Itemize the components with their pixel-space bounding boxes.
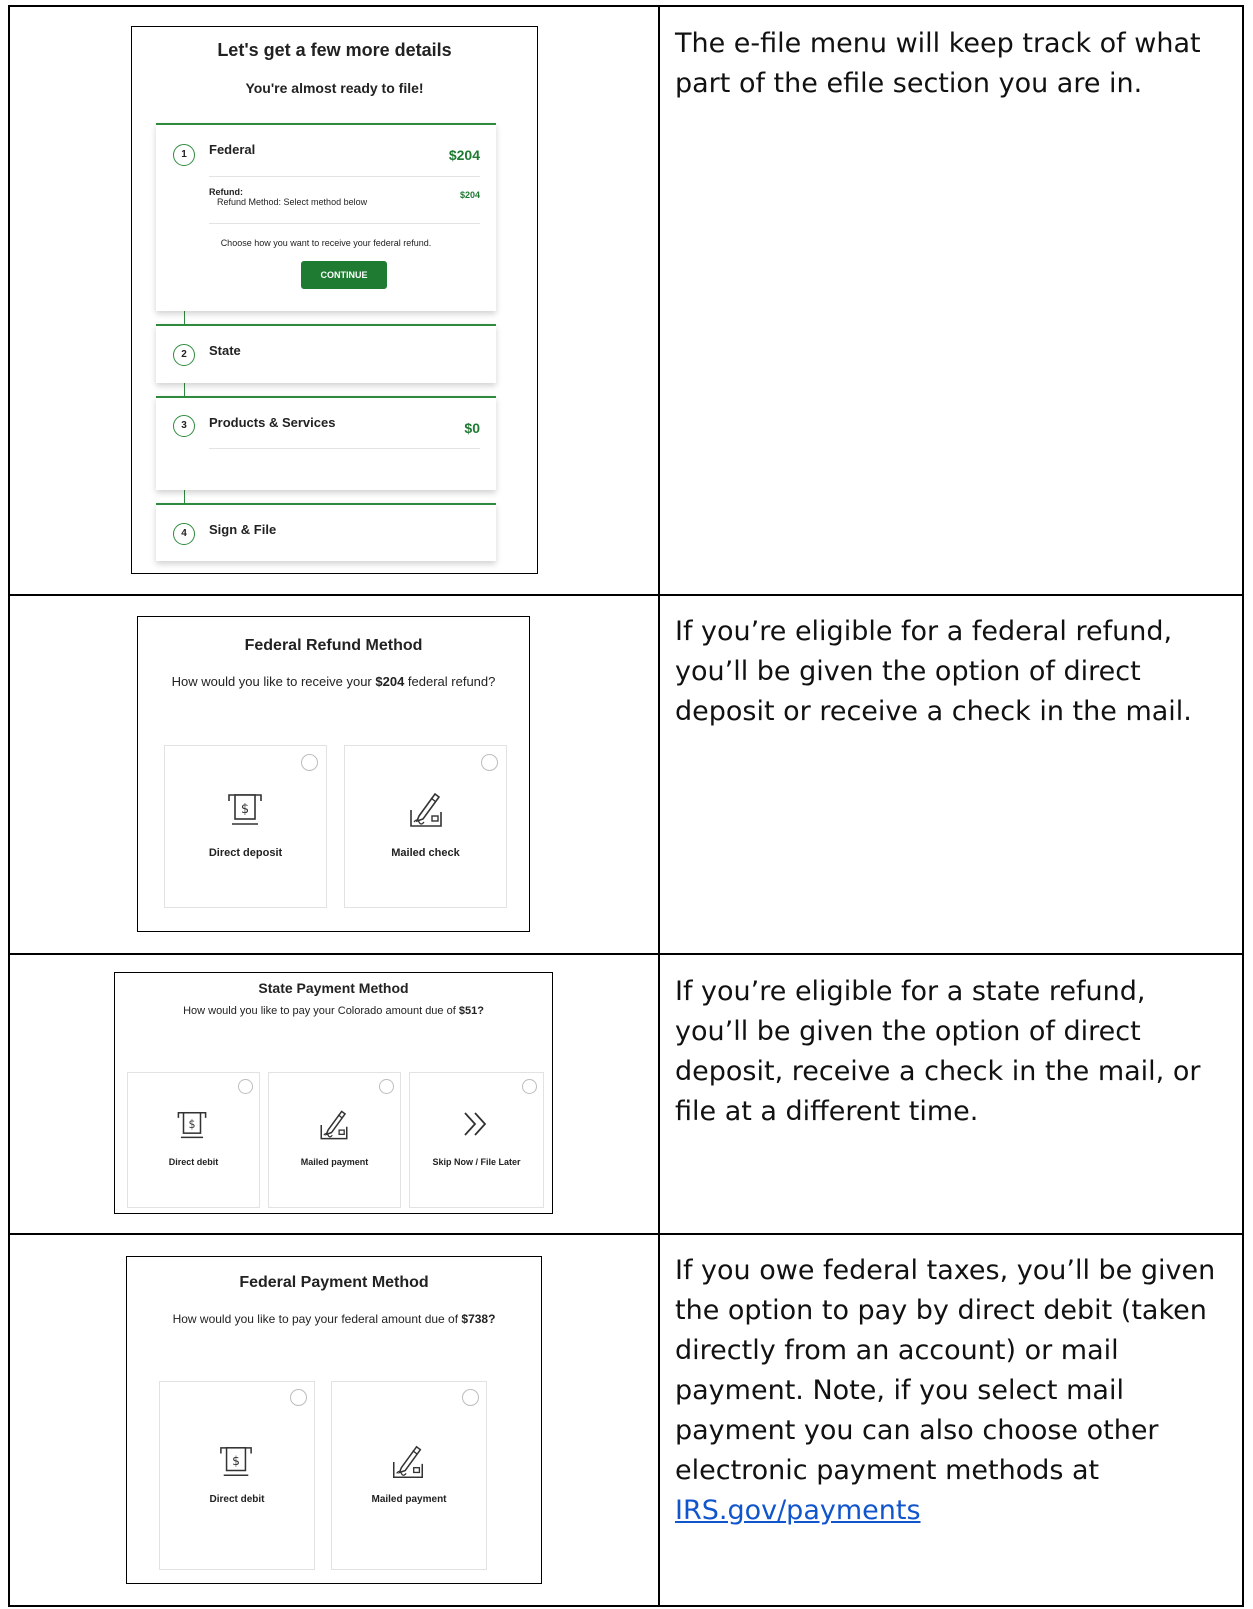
- step-number-4: 4: [173, 523, 195, 545]
- state-payment-question: How would you like to pay your Colorado …: [115, 1005, 552, 1017]
- choose-refund-text: Choose how you want to receive your fede…: [220, 238, 432, 248]
- irs-payments-link[interactable]: IRS.gov/payments: [675, 1495, 921, 1526]
- row-divider: [8, 953, 1244, 955]
- step-card-state[interactable]: State: [156, 324, 496, 383]
- row-3-description: If you’re eligible for a state refund, y…: [675, 976, 1201, 1127]
- option-skip-file-later[interactable]: Skip Now / File Later: [409, 1072, 544, 1208]
- row-4-description: If you owe federal taxes, you’ll be give…: [675, 1251, 1223, 1531]
- option-label: Direct debit: [209, 1494, 265, 1505]
- question-amount: $51?: [458, 1005, 484, 1017]
- step-amount-products: $0: [464, 420, 480, 436]
- question-amount: $738?: [461, 1312, 496, 1326]
- option-label: Mailed check: [391, 847, 460, 859]
- atm-dollar-icon: $: [228, 794, 262, 825]
- option-direct-debit[interactable]: $ Direct debit: [159, 1381, 315, 1570]
- federal-payment-title: Federal Payment Method: [239, 1274, 429, 1291]
- question-amount: $204: [375, 674, 405, 689]
- refund-amount: $204: [459, 190, 480, 200]
- refund-method-text: Refund Method: Select method below: [217, 197, 368, 207]
- divider: [209, 223, 480, 224]
- svg-text:$: $: [241, 802, 249, 817]
- double-chevron-right-icon: [464, 1112, 487, 1136]
- step-label-federal: Federal: [209, 142, 256, 157]
- option-mailed-payment[interactable]: Mailed payment: [331, 1381, 487, 1570]
- federal-refund-screenshot: Federal Refund Method How would you like…: [137, 616, 530, 932]
- question-text: federal refund?: [404, 674, 496, 689]
- divider: [209, 176, 480, 177]
- option-label: Direct debit: [168, 1157, 219, 1167]
- question-text: How would you like to receive your: [171, 674, 376, 689]
- question-text: How would you like to pay your Colorado …: [183, 1005, 459, 1017]
- row-1-description: The e-file menu will keep track of what …: [675, 28, 1201, 99]
- radio-mailed-check[interactable]: [481, 754, 498, 771]
- option-label: Mailed payment: [371, 1494, 447, 1505]
- option-direct-debit[interactable]: $ Direct debit: [127, 1072, 260, 1208]
- row-2-description: If you’re eligible for a federal refund,…: [675, 616, 1192, 727]
- step-number-1: 1: [173, 144, 195, 166]
- radio-direct-deposit[interactable]: [301, 754, 318, 771]
- divider: [209, 448, 480, 449]
- svg-text:$: $: [232, 1454, 240, 1468]
- option-label: Mailed payment: [300, 1157, 369, 1167]
- state-payment-screenshot: State Payment Method How would you like …: [114, 972, 553, 1214]
- state-payment-title: State Payment Method: [258, 980, 409, 996]
- column-divider: [658, 5, 660, 1607]
- radio-mailed-payment[interactable]: [462, 1389, 479, 1406]
- step-amount-federal: $204: [448, 147, 480, 163]
- radio-skip-file-later[interactable]: [522, 1079, 537, 1094]
- step-card-sign-file[interactable]: Sign & File: [156, 503, 496, 561]
- option-direct-deposit[interactable]: $ Direct deposit: [164, 745, 327, 908]
- federal-refund-title: Federal Refund Method: [244, 637, 423, 654]
- radio-direct-debit[interactable]: [290, 1389, 307, 1406]
- radio-mailed-payment[interactable]: [379, 1079, 394, 1094]
- efile-menu-subtitle: You're almost ready to file!: [245, 80, 424, 96]
- step-card-products[interactable]: Products & Services $0: [156, 396, 496, 490]
- signed-check-icon: [392, 1445, 424, 1478]
- option-mailed-check[interactable]: Mailed check: [344, 745, 507, 908]
- radio-direct-debit[interactable]: [238, 1079, 253, 1094]
- step-number-2: 2: [173, 344, 195, 366]
- atm-dollar-icon: $: [177, 1111, 207, 1139]
- question-text: How would you like to pay your federal a…: [172, 1312, 462, 1326]
- row-divider: [8, 1233, 1244, 1235]
- step-label-sign-file: Sign & File: [209, 522, 277, 537]
- continue-button[interactable]: CONTINUE: [301, 261, 387, 289]
- option-label: Direct deposit: [208, 847, 283, 859]
- federal-payment-question: How would you like to pay your federal a…: [127, 1312, 541, 1326]
- step-label-products: Products & Services: [209, 415, 336, 430]
- signed-check-icon: [320, 1110, 348, 1140]
- federal-refund-question: How would you like to receive your $204 …: [138, 674, 529, 689]
- efile-menu-title: Let's get a few more details: [217, 40, 452, 60]
- row-divider: [8, 594, 1244, 596]
- option-label: Skip Now / File Later: [432, 1157, 521, 1167]
- efile-menu-screenshot: Let's get a few more details You're almo…: [131, 26, 538, 574]
- atm-dollar-icon: $: [220, 1447, 252, 1476]
- step-card-federal[interactable]: Federal $204 Refund: Refund Method: Sele…: [156, 123, 496, 311]
- signed-check-icon: [410, 792, 442, 827]
- federal-payment-screenshot: Federal Payment Method How would you lik…: [126, 1256, 542, 1584]
- row-4-text: If you owe federal taxes, you’ll be give…: [675, 1255, 1216, 1486]
- step-label-state: State: [209, 343, 241, 358]
- option-mailed-payment[interactable]: Mailed payment: [268, 1072, 401, 1208]
- refund-label: Refund:: [209, 187, 243, 197]
- step-number-3: 3: [173, 415, 195, 437]
- svg-text:$: $: [188, 1118, 195, 1131]
